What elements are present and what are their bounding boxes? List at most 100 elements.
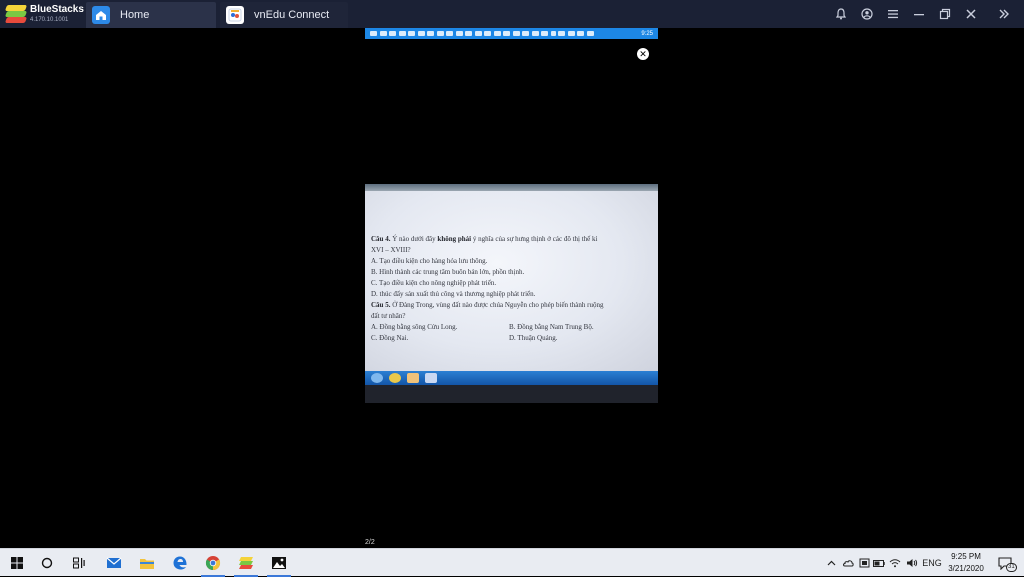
photo-word-icon xyxy=(425,373,437,383)
file-explorer-taskbar-button[interactable] xyxy=(133,549,161,577)
question-5-line-2: đất tư nhân? xyxy=(371,312,406,320)
notification-icon xyxy=(531,31,539,36)
bluestacks-titlebar: BlueStacks 4.170.10.1001 Home vnEdu Conn… xyxy=(0,0,1024,28)
notification-icon xyxy=(455,31,463,36)
clock-date: 3/21/2020 xyxy=(948,564,984,573)
notification-icon xyxy=(558,31,565,36)
home-icon xyxy=(92,6,110,24)
tray-app-button[interactable] xyxy=(857,549,871,577)
language-indicator[interactable]: ENG xyxy=(921,549,943,577)
photo-monitor-titlebar xyxy=(365,184,658,191)
task-view-icon xyxy=(72,557,85,569)
close-viewer-icon: ✕ xyxy=(639,49,647,59)
volume-tray-button[interactable] xyxy=(904,549,920,577)
bluestacks-taskbar-button[interactable] xyxy=(232,549,260,577)
restore-icon xyxy=(939,8,951,20)
bluestacks-brand: BlueStacks 4.170.10.1001 xyxy=(0,0,86,28)
notification-icon xyxy=(417,31,425,36)
notification-icon xyxy=(398,31,406,36)
cloud-icon xyxy=(842,560,854,567)
notification-icon xyxy=(436,31,444,36)
tab-home[interactable]: Home xyxy=(86,2,216,28)
photo-start-icon xyxy=(371,373,383,383)
question-5-options-row-2: C. Đồng Nai. D. Thuận Quảng. xyxy=(371,333,656,344)
mail-icon xyxy=(106,557,122,568)
chevron-up-icon xyxy=(827,560,835,566)
photo-chrome-icon xyxy=(389,373,401,383)
notification-icon xyxy=(541,31,548,36)
edge-icon xyxy=(173,556,187,570)
question-5-line-1: Câu 5. Ở Đàng Trong, vùng đất nào được c… xyxy=(371,301,604,309)
notification-icon xyxy=(512,31,520,36)
start-button[interactable] xyxy=(4,549,30,577)
notification-icon xyxy=(484,31,491,36)
bluestacks-logo-icon xyxy=(4,5,28,23)
notification-icon xyxy=(408,31,415,36)
battery-tray-button[interactable] xyxy=(872,549,886,577)
tab-vnedu-connect-label: vnEdu Connect xyxy=(254,9,330,21)
wifi-tray-button[interactable] xyxy=(887,549,903,577)
notification-icon xyxy=(522,31,529,36)
notification-icon xyxy=(446,31,453,36)
chrome-taskbar-button[interactable] xyxy=(199,549,227,577)
notification-icon xyxy=(379,31,387,36)
close-icon xyxy=(966,9,976,19)
page-indicator: 2/2 xyxy=(365,539,375,546)
show-hidden-icons-button[interactable] xyxy=(824,549,838,577)
question-5-option-b: B. Đồng bằng Nam Trung Bộ. xyxy=(509,323,594,331)
notification-count-badge: 31 xyxy=(1006,563,1017,572)
onedrive-tray-button[interactable] xyxy=(840,549,855,577)
clock-time: 9:25 PM xyxy=(951,552,981,561)
titlebar-controls xyxy=(828,0,1024,28)
question-5-option-c: C. Đồng Nai. xyxy=(371,334,409,342)
edge-taskbar-button[interactable] xyxy=(166,549,194,577)
quiz-text: Câu 4. Ý nào dưới đây không phải ý nghĩa… xyxy=(371,234,656,344)
menu-button[interactable] xyxy=(880,0,906,28)
notification-icon xyxy=(493,31,501,36)
wifi-icon xyxy=(889,559,901,568)
windows-start-icon xyxy=(11,557,23,569)
vnedu-app-icon xyxy=(226,6,244,24)
battery-icon xyxy=(873,559,885,567)
notifications-button[interactable] xyxy=(828,0,854,28)
windows-taskbar: ENG 9:25 PM 3/21/2020 31 xyxy=(0,548,1024,577)
photos-icon xyxy=(272,557,286,569)
photo-monitor-bezel xyxy=(365,385,658,403)
minimize-button[interactable] xyxy=(906,0,932,28)
action-center-button[interactable]: 31 xyxy=(994,549,1017,577)
tab-vnedu-connect[interactable]: vnEdu Connect xyxy=(220,2,348,28)
photo-monitor-screen: Câu 4. Ý nào dưới đây không phải ý nghĩa… xyxy=(365,191,658,371)
tab-home-label: Home xyxy=(120,9,150,21)
notification-icon xyxy=(586,31,594,36)
task-view-button[interactable] xyxy=(66,549,92,577)
android-clock: 9:25 xyxy=(641,30,653,37)
question-4-option-b: B. Hình thành các trung tâm buôn bán lớn… xyxy=(371,268,525,276)
bell-icon xyxy=(835,8,847,20)
taskbar-clock[interactable]: 9:25 PM 3/21/2020 xyxy=(944,551,988,575)
close-viewer-button[interactable]: ✕ xyxy=(637,48,649,60)
photo-folder-icon xyxy=(407,373,419,383)
question-4-option-d: D. thúc đẩy sản xuất thủ công và thương … xyxy=(371,290,536,298)
question-5-option-a: A. Đồng bằng sông Cửu Long. xyxy=(371,323,458,331)
search-button[interactable] xyxy=(34,549,60,577)
expand-sidebar-button[interactable] xyxy=(984,0,1024,28)
photos-taskbar-button[interactable] xyxy=(265,549,293,577)
tiktok-icon xyxy=(550,31,556,36)
tray-app-icon xyxy=(859,558,869,568)
question-4-line-1: Câu 4. Ý nào dưới đây không phải ý nghĩa… xyxy=(371,235,598,243)
restore-button[interactable] xyxy=(932,0,958,28)
notification-icon xyxy=(503,31,510,36)
menu-icon xyxy=(888,10,898,19)
question-4-line-2: XVI – XVIII? xyxy=(371,246,411,254)
speaker-icon xyxy=(907,559,918,567)
quiz-photo: Câu 4. Ý nào dưới đây không phải ý nghĩa… xyxy=(365,184,658,403)
account-button[interactable] xyxy=(854,0,880,28)
close-window-button[interactable] xyxy=(958,0,984,28)
notification-icon xyxy=(567,31,575,36)
file-explorer-icon xyxy=(140,559,154,569)
cortana-search-icon xyxy=(41,557,53,569)
question-4-option-a: A. Tạo điều kiện cho hàng hóa lưu thông. xyxy=(371,257,488,265)
expand-sidebar-icon xyxy=(999,9,1009,19)
mail-taskbar-button[interactable] xyxy=(100,549,128,577)
account-icon xyxy=(861,8,873,20)
